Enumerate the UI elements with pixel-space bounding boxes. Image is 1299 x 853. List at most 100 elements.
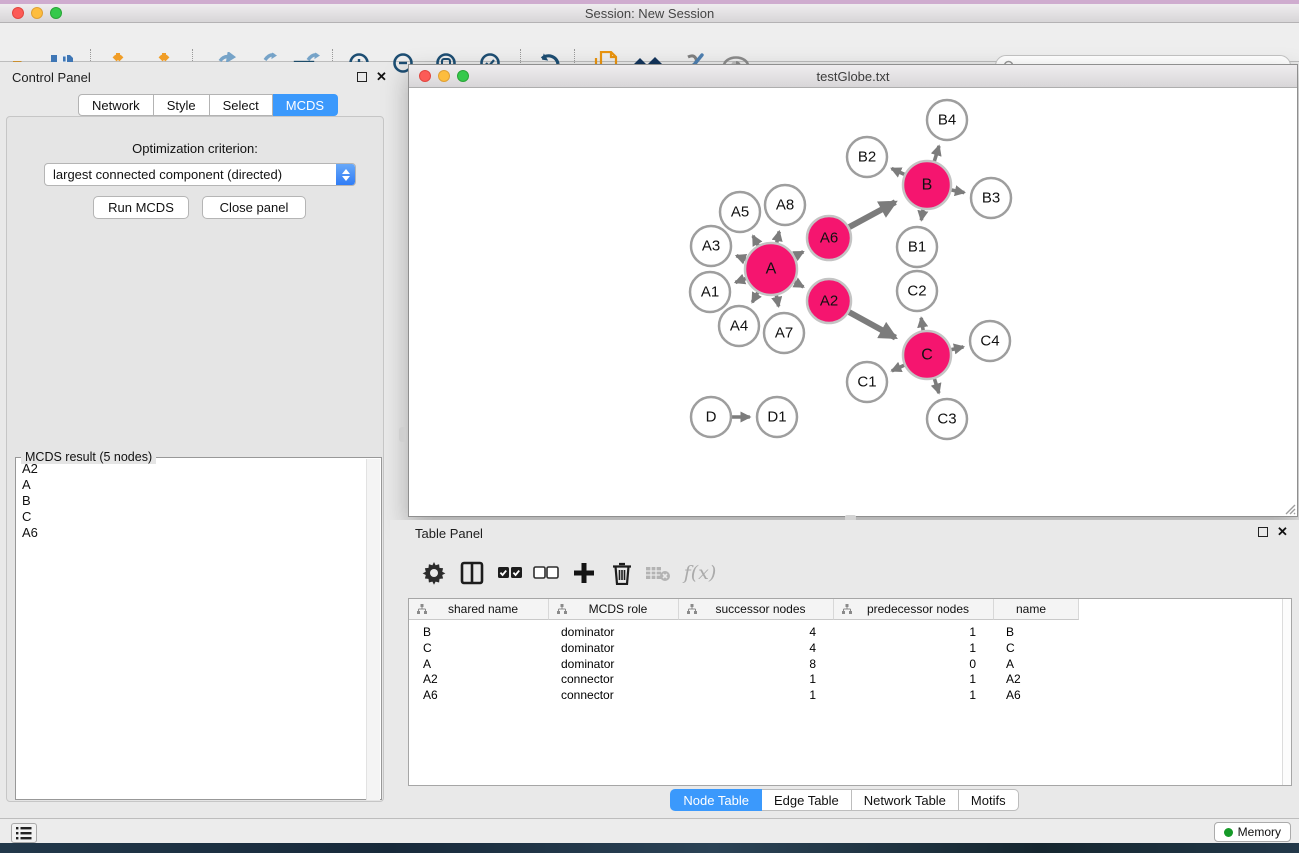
graph-node-C[interactable]: C [903, 331, 951, 379]
network-window-titlebar[interactable]: testGlobe.txt [409, 65, 1297, 88]
graph-edge-A-A5[interactable] [753, 236, 758, 245]
tab-motifs[interactable]: Motifs [959, 789, 1019, 811]
optimization-criterion-select[interactable]: largest connected component (directed) [44, 163, 356, 186]
graph-edge-B-B2[interactable] [892, 169, 905, 175]
mcds-result-scrollbar[interactable] [366, 459, 380, 800]
create-column-icon[interactable] [568, 557, 600, 589]
graph-node-A2[interactable]: A2 [807, 279, 851, 323]
graph-node-A5[interactable]: A5 [720, 192, 760, 232]
svg-text:A2: A2 [820, 293, 838, 310]
tab-node-table[interactable]: Node Table [670, 789, 762, 811]
network-minimize-button[interactable] [438, 70, 450, 82]
table-tabs: Node TableEdge TableNetwork TableMotifs [390, 789, 1299, 811]
graph-edge-A-A8[interactable] [777, 232, 779, 243]
graph-node-B2[interactable]: B2 [847, 137, 887, 177]
close-panel-icon[interactable]: ✕ [376, 72, 387, 82]
table-row[interactable]: A2connector11A2 [409, 671, 1079, 687]
result-item: A2 [17, 461, 367, 477]
graph-edge-A-A6[interactable] [795, 252, 803, 257]
table-cell: C [994, 640, 1079, 656]
graph-edge-A2-C[interactable] [849, 312, 895, 338]
graph-node-B3[interactable]: B3 [971, 178, 1011, 218]
memory-button[interactable]: Memory [1214, 822, 1291, 842]
tab-network-table[interactable]: Network Table [852, 789, 959, 811]
graph-node-C4[interactable]: C4 [970, 321, 1010, 361]
window-resize-grip[interactable] [1282, 501, 1296, 515]
graph-edge-C-C1[interactable] [892, 365, 904, 371]
graph-edge-C-C2[interactable] [921, 318, 923, 330]
graph-node-A[interactable]: A [745, 243, 797, 295]
column-header-MCDS-role[interactable]: MCDS role [549, 599, 679, 620]
close-panel-button[interactable]: Close panel [202, 196, 306, 219]
tab-select[interactable]: Select [210, 94, 273, 116]
graph-edge-B-B4[interactable] [934, 146, 939, 161]
table-scrollbar[interactable] [1282, 599, 1291, 785]
graph-node-A3[interactable]: A3 [691, 226, 731, 266]
select-all-columns-icon[interactable] [494, 557, 526, 589]
network-zoom-button[interactable] [457, 70, 469, 82]
table-row[interactable]: Adominator80A [409, 656, 1079, 672]
table-row[interactable]: Bdominator41B [409, 624, 1079, 640]
column-header-predecessor-nodes[interactable]: predecessor nodes [834, 599, 994, 620]
result-item: A [17, 477, 367, 493]
status-bar: Memory [0, 818, 1299, 843]
function-builder-icon[interactable]: f(x) [680, 557, 720, 589]
network-close-button[interactable] [419, 70, 431, 82]
tab-network[interactable]: Network [78, 94, 154, 116]
graph-node-B1[interactable]: B1 [897, 227, 937, 267]
network-canvas[interactable]: B4 B2 B B3 A8A5 A6 A3 B1 A A1 C2 A2 A4A7 C4 C C1 D D1 C3 [409, 88, 1297, 516]
graph-edge-C-C3[interactable] [934, 379, 938, 393]
graph-edge-A6-B[interactable] [849, 202, 895, 227]
svg-text:B1: B1 [908, 239, 926, 256]
graph-edge-A-A1[interactable] [735, 279, 745, 283]
network-vertical-scroll-thumb[interactable] [399, 427, 406, 442]
graph-edge-A-A4[interactable] [752, 293, 757, 303]
graph-edge-A-A7[interactable] [776, 295, 778, 306]
delete-column-icon[interactable] [606, 557, 638, 589]
mcds-result-list[interactable]: A2ABCA6 [17, 461, 367, 797]
graph-edge-C-C4[interactable] [951, 347, 963, 350]
svg-text:B: B [922, 177, 933, 194]
delete-table-icon[interactable] [642, 557, 674, 589]
select-stepper-icon [336, 163, 355, 186]
float-table-panel-icon[interactable] [1258, 527, 1268, 537]
tab-style[interactable]: Style [154, 94, 210, 116]
float-panel-icon[interactable] [357, 72, 367, 82]
graph-node-A8[interactable]: A8 [765, 185, 805, 225]
table-row[interactable]: Cdominator41C [409, 640, 1079, 656]
task-history-button[interactable] [11, 823, 37, 843]
run-mcds-button[interactable]: Run MCDS [93, 196, 189, 219]
graph-node-A4[interactable]: A4 [719, 306, 759, 346]
graph-edge-A-A3[interactable] [736, 256, 745, 260]
graph-node-D1[interactable]: D1 [757, 397, 797, 437]
graph-node-C1[interactable]: C1 [847, 362, 887, 402]
close-table-panel-icon[interactable]: ✕ [1277, 527, 1288, 537]
column-layout-icon[interactable] [456, 557, 488, 589]
column-header-shared-name[interactable]: shared name [409, 599, 549, 620]
graph-node-C3[interactable]: C3 [927, 399, 967, 439]
table-settings-icon[interactable] [418, 557, 450, 589]
tab-mcds[interactable]: MCDS [273, 94, 338, 116]
table-cell: A2 [409, 671, 549, 687]
column-type-icon [686, 603, 698, 615]
svg-text:B3: B3 [982, 190, 1000, 207]
optimization-criterion-label: Optimization criterion: [7, 141, 383, 156]
graph-node-D[interactable]: D [691, 397, 731, 437]
graph-node-A6[interactable]: A6 [807, 216, 851, 260]
graph-node-A7[interactable]: A7 [764, 313, 804, 353]
graph-node-A1[interactable]: A1 [690, 272, 730, 312]
table-row[interactable]: A6connector11A6 [409, 687, 1079, 703]
graph-node-C2[interactable]: C2 [897, 271, 937, 311]
table-cell: 8 [679, 656, 834, 672]
graph-edge-B-B3[interactable] [951, 190, 964, 193]
graph-edge-B-B1[interactable] [921, 210, 923, 220]
table-cell: A [409, 656, 549, 672]
graph-edge-A-A2[interactable] [795, 282, 804, 287]
tab-edge-table[interactable]: Edge Table [762, 789, 852, 811]
column-header-name[interactable]: name [994, 599, 1079, 620]
column-header-successor-nodes[interactable]: successor nodes [679, 599, 834, 620]
graph-node-B4[interactable]: B4 [927, 100, 967, 140]
unselect-all-columns-icon[interactable] [530, 557, 562, 589]
graph-node-B[interactable]: B [903, 161, 951, 209]
result-item: B [17, 493, 367, 509]
